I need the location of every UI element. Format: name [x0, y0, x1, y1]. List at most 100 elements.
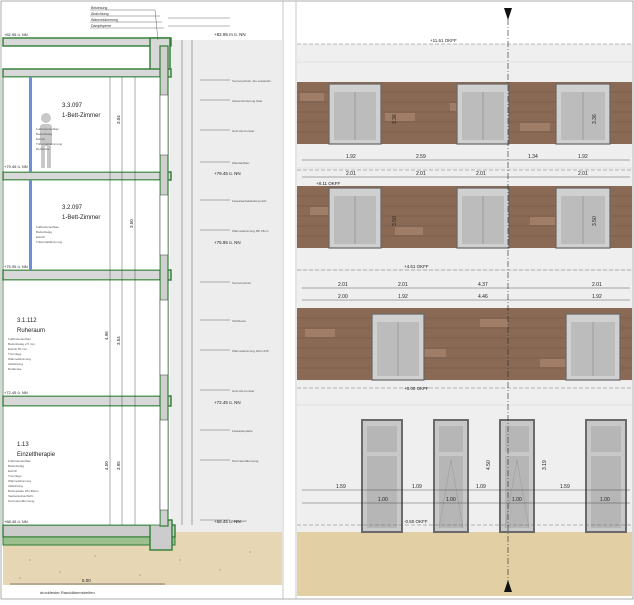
- svg-text:Bodenbelag: Bodenbelag: [36, 230, 52, 234]
- elev-door-dim-3: 1.09: [476, 484, 486, 490]
- drawing-sheet: Sonnenschutz, Alu-Ausstellm. Absturzsich…: [0, 0, 634, 600]
- svg-text:Holz-Alu-Fenster: Holz-Alu-Fenster: [232, 389, 255, 393]
- svg-text:Fassadenplatte: Fassadenplatte: [232, 429, 253, 433]
- room-number-1: 3.3.097: [62, 103, 83, 109]
- svg-text:Bodenbelag: Bodenbelag: [36, 132, 52, 136]
- elev-dim-r3t-2: 2.01: [398, 282, 408, 288]
- elev-vdim-5: 4.50: [486, 460, 492, 470]
- elev-dim-r3t-1: 2.01: [338, 282, 348, 288]
- level-label-3: +75.95 ü. NN: [4, 264, 28, 269]
- svg-text:Wärmedämmung: Wärmedämmung: [8, 479, 31, 483]
- top-note-4: Dampfsperre: [91, 24, 111, 28]
- top-note-2: Abdichtung: [91, 12, 109, 16]
- svg-text:Abdichtung: Abdichtung: [8, 362, 23, 366]
- elev-door-dim-2: 1.09: [412, 484, 422, 490]
- level-label-right-2: +79.45 ü. NN: [214, 171, 241, 176]
- elev-dim-r2-4: 2.01: [578, 171, 588, 177]
- elev-level-1: +8.11 OKFF: [316, 181, 341, 186]
- svg-text:Sonnenschutz, Alu-Ausstellm.: Sonnenschutz, Alu-Ausstellm.: [232, 79, 272, 83]
- elev-dim-r3t-4: 2.01: [592, 282, 602, 288]
- elev-level-4: -0.50 OKFF: [404, 519, 428, 524]
- svg-text:Wärmedämmung MF 18cm: Wärmedämmung MF 18cm: [232, 229, 269, 233]
- elev-level-2: +4.61 OKFF: [404, 264, 429, 269]
- svg-text:Wandaufbau:: Wandaufbau:: [232, 161, 250, 165]
- elev-door2-dim-2: 1.00: [446, 497, 456, 503]
- svg-text:Fußbodenaufbau: Fußbodenaufbau: [36, 127, 59, 131]
- elev-door-dim-4: 1.59: [560, 484, 570, 490]
- svg-text:Fußbodenaufbau: Fußbodenaufbau: [36, 225, 59, 229]
- room-name-4: Einzeltherapie: [17, 452, 56, 458]
- level-label-1: +82.95 ü. NN: [4, 32, 28, 37]
- elev-dim-r3-3: 4.46: [478, 294, 488, 300]
- elev-dim-r3-4: 1.92: [592, 294, 602, 300]
- svg-text:Wärmedämmung WLG 035: Wärmedämmung WLG 035: [232, 349, 269, 353]
- elevation-drawing: +11.61 OKFF +8.11 OKFF +4.61 OKFF +0.00 …: [297, 2, 632, 596]
- level-label-right-5: +68.45 ü. NN: [214, 519, 241, 524]
- svg-text:Trittschalldämmung: Trittschalldämmung: [36, 142, 62, 146]
- elev-vdim-6: 3.19: [542, 460, 548, 470]
- elev-dim-r1-3: 1.34: [528, 154, 538, 160]
- vdim-2: 3.50: [129, 219, 134, 228]
- svg-text:Trittschalldämmung: Trittschalldämmung: [36, 240, 62, 244]
- elev-vdim-2: 3.50: [392, 216, 398, 226]
- elev-dim-r2-3: 2.01: [476, 171, 486, 177]
- svg-text:Estrich: Estrich: [36, 137, 46, 141]
- elev-dim-r1-4: 1.92: [578, 154, 588, 160]
- svg-text:Estrich: Estrich: [8, 469, 18, 473]
- elev-dim-r3-1: 2.00: [338, 294, 348, 300]
- room-name-1: 1-Bett-Zimmer: [62, 113, 100, 119]
- room-number-3: 3.1.112: [17, 318, 37, 324]
- svg-text:Trennlage: Trennlage: [8, 474, 22, 478]
- bottom-dimension: 5.00: [82, 578, 91, 583]
- elev-level-3: +0.00 OKFF: [404, 386, 429, 391]
- elev-dim-r2-1: 2.01: [346, 171, 356, 177]
- svg-text:Sauberkeitsschicht: Sauberkeitsschicht: [8, 494, 33, 498]
- elev-door2-dim-3: 1.00: [512, 497, 522, 503]
- svg-text:Fußbodenaufbau: Fußbodenaufbau: [8, 459, 31, 463]
- elev-top-level: +11.61 OKFF: [430, 38, 457, 43]
- svg-text:Fassadenbekleidung Holz: Fassadenbekleidung Holz: [232, 199, 267, 203]
- elev-dim-r1-2: 2.59: [416, 154, 426, 160]
- elev-door-dim-1: 1.59: [336, 484, 346, 490]
- vdim-1: 3.04: [116, 115, 121, 124]
- level-label-right-3: +75.95 ü. NN: [214, 240, 241, 245]
- elev-dim-r3-2: 1.92: [398, 294, 408, 300]
- elev-dim-r3t-3: 4.37: [478, 282, 488, 288]
- elev-vdim-4: 3.50: [592, 216, 598, 226]
- svg-text:Rohdecke: Rohdecke: [8, 367, 22, 371]
- svg-text:Perimeterdämmung: Perimeterdämmung: [8, 499, 35, 503]
- architectural-drawing: Sonnenschutz, Alu-Ausstellm. Absturzsich…: [0, 0, 634, 600]
- elev-dim-r1-1: 1.92: [346, 154, 356, 160]
- elev-vdim-3: 3.36: [592, 114, 598, 124]
- level-label-5: +68.45 ü. NN: [4, 519, 28, 524]
- svg-text:Perimeterdämmung: Perimeterdämmung: [232, 459, 259, 463]
- elev-vdim-1: 3.36: [392, 114, 398, 124]
- room-number-4: 1.13: [17, 442, 29, 448]
- svg-text:Rohdecke: Rohdecke: [36, 147, 50, 151]
- svg-text:Bodenbelag 2.5 mm: Bodenbelag 2.5 mm: [8, 342, 35, 346]
- elev-door2-dim-1: 1.00: [378, 497, 388, 503]
- vdim-4: 4.96: [104, 331, 109, 340]
- svg-text:Abdichtung: Abdichtung: [8, 484, 23, 488]
- svg-text:Fußbodenaufbau: Fußbodenaufbau: [8, 337, 31, 341]
- level-label-4: +72.45 ü. NN: [4, 390, 28, 395]
- svg-text:Bodenbelag: Bodenbelag: [8, 464, 24, 468]
- top-note-1: Bekiesung: [91, 6, 107, 10]
- level-label-right-4: +72.45 ü. NN: [214, 400, 241, 405]
- svg-text:Estrich 50 mm: Estrich 50 mm: [8, 347, 28, 351]
- svg-text:Holz-Alu-Fenster: Holz-Alu-Fenster: [232, 129, 255, 133]
- level-label-2: +79.45 ü. NN: [4, 164, 28, 169]
- svg-text:Sonnenschutz: Sonnenschutz: [232, 281, 252, 285]
- vdim-5: 3.95: [116, 461, 121, 470]
- level-label-right-1: +82.95 m ü. NN: [214, 32, 246, 37]
- room-name-3: Ruheraum: [17, 328, 45, 334]
- room-name-2: 1-Bett-Zimmer: [62, 215, 100, 221]
- section-drawing: Sonnenschutz, Alu-Ausstellm. Absturzsich…: [2, 6, 282, 595]
- svg-text:Wärmedämmung: Wärmedämmung: [8, 357, 31, 361]
- svg-text:Bodenplatte WU-Beton: Bodenplatte WU-Beton: [8, 489, 39, 493]
- vdim-6: 4.50: [104, 461, 109, 470]
- elev-dim-r2-2: 2.01: [416, 171, 426, 177]
- vdim-3: 3.54: [116, 336, 121, 345]
- svg-text:Estrich: Estrich: [36, 235, 46, 239]
- svg-text:Sichtbeton: Sichtbeton: [232, 319, 247, 323]
